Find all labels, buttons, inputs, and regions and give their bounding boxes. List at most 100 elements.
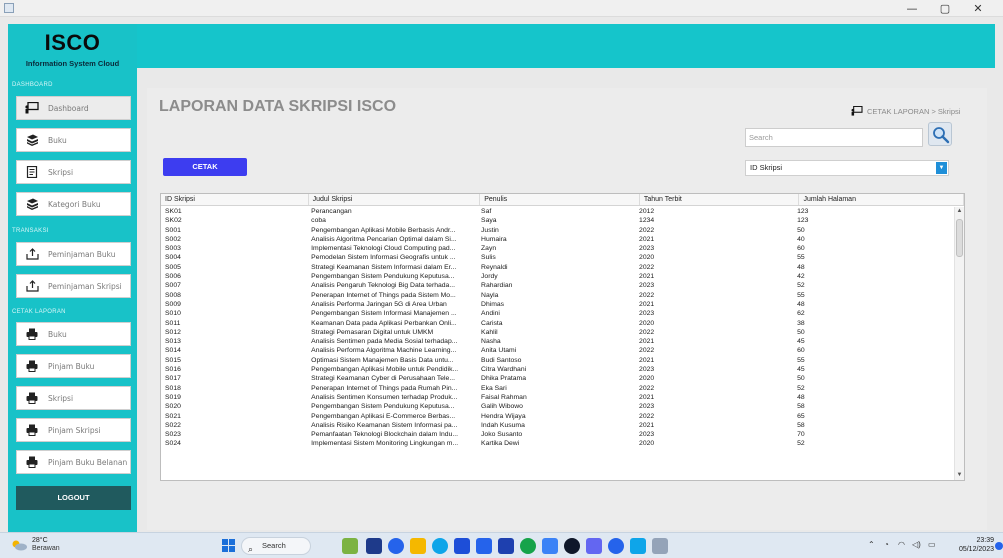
close-button[interactable]: ✕: [964, 1, 992, 16]
search-icon: [933, 127, 950, 144]
sidebar-item-cetak-pinjam-buku-belanan[interactable]: Pinjam Buku Belanan: [16, 450, 131, 474]
chrome-icon[interactable]: [520, 538, 536, 554]
volume-icon[interactable]: ◁): [912, 540, 921, 549]
folder-icon[interactable]: [410, 538, 426, 554]
table-row[interactable]: S007 Analisis Pengaruh Teknologi Big Data…: [161, 281, 956, 290]
table-row[interactable]: S004 Pemodelan Sistem Informasi Geografis…: [161, 253, 956, 262]
search-input[interactable]: [745, 128, 923, 147]
table-row[interactable]: S009 Analisis Performa Jaringan 5G di Are…: [161, 300, 956, 309]
table-cell: 2020: [639, 319, 655, 327]
table-row[interactable]: S016 Pengembangan Aplikasi Mobile untuk P…: [161, 365, 956, 374]
taskbar-app-icon[interactable]: [342, 538, 358, 554]
table-row[interactable]: S019 Analisis Sentimen Konsumen terhadap …: [161, 393, 956, 402]
taskbar-app-icon[interactable]: [476, 538, 492, 554]
table-cell: Analisis Algoritma Pencarian Optimal dal…: [311, 235, 457, 243]
sidebar-item-skripsi[interactable]: Skripsi: [16, 160, 131, 184]
table-row[interactable]: S018 Penerapan Internet of Things pada Ru…: [161, 384, 956, 393]
edge-icon[interactable]: [432, 538, 448, 554]
table-row[interactable]: S008 Penerapan Internet of Things pada Si…: [161, 291, 956, 300]
cetak-button[interactable]: CETAK: [163, 158, 247, 176]
skripsi-table: ID Skripsi Judul Skripsi Penulis Tahun T…: [160, 193, 965, 481]
network-icon[interactable]: ◔: [884, 540, 889, 549]
sidebar-item-buku[interactable]: Buku: [16, 128, 131, 152]
column-header[interactable]: Jumlah Halaman: [799, 194, 964, 205]
table-row[interactable]: S015 Optimasi Sistem Manajemen Basis Data…: [161, 356, 956, 365]
sidebar-item-peminjaman-buku[interactable]: Peminjaman Buku: [16, 242, 131, 266]
table-cell: S013: [165, 338, 181, 346]
taskbar-app-icon[interactable]: [366, 538, 382, 554]
filter-dropdown[interactable]: ID Skripsi ▼: [745, 160, 949, 176]
sidebar-item-label: Pinjam Buku: [48, 361, 95, 371]
sidebar-item-label: Skripsi: [48, 167, 74, 177]
table-row[interactable]: S001 Pengembangan Aplikasi Mobile Berbasi…: [161, 226, 956, 235]
java-app-icon[interactable]: [652, 538, 668, 554]
sidebar-item-kategori-buku[interactable]: Kategori Buku: [16, 192, 131, 216]
taskbar-app-icon[interactable]: [630, 538, 646, 554]
scroll-down-icon[interactable]: ▼: [955, 471, 964, 480]
taskbar-app-icon[interactable]: [608, 538, 624, 554]
sidebar-item-cetak-buku[interactable]: Buku: [16, 322, 131, 346]
table-row[interactable]: S013 Analisis Sentimen pada Media Sosial …: [161, 337, 956, 346]
search-button[interactable]: [928, 122, 952, 146]
table-row[interactable]: S010 Pengembangan Sistem Informasi Manaje…: [161, 309, 956, 318]
battery-icon[interactable]: ▭: [928, 540, 936, 549]
table-row[interactable]: S012 Strategi Pemasaran Digital untuk UMK…: [161, 328, 956, 337]
taskbar-app-icon[interactable]: [586, 538, 602, 554]
wifi-icon[interactable]: ◠: [898, 540, 905, 549]
notification-icon[interactable]: [995, 542, 1003, 550]
vertical-scrollbar[interactable]: ▲ ▼: [954, 207, 964, 480]
system-clock[interactable]: 23:39 05/12/2023: [948, 536, 994, 554]
table-row[interactable]: S024 Implementasi Sistem Monitoring Lingk…: [161, 439, 956, 448]
table-cell: Justin: [481, 226, 499, 234]
table-cell: S009: [165, 300, 181, 308]
table-cell: 70: [797, 431, 805, 439]
table-row[interactable]: S023 Pemanfaatan Teknologi Blockchain dal…: [161, 430, 956, 439]
column-header[interactable]: Judul Skripsi: [309, 194, 481, 205]
column-header[interactable]: ID Skripsi: [161, 194, 309, 205]
taskbar-search[interactable]: ⌕ Search: [241, 537, 311, 555]
table-row[interactable]: SK01 Perancangan Saf 2012 123: [161, 207, 956, 216]
start-button[interactable]: [222, 539, 236, 553]
table-row[interactable]: S022 Analisis Risiko Keamanan Sistem Info…: [161, 421, 956, 430]
table-cell: 52: [797, 384, 805, 392]
table-cell: Implementasi Teknologi Cloud Computing p…: [311, 245, 456, 253]
maximize-button[interactable]: ▢: [931, 1, 959, 16]
table-cell: Pengembangan Sistem Pendukung Keputusa..…: [311, 273, 455, 281]
scrollbar-thumb[interactable]: [956, 219, 963, 257]
sidebar-item-cetak-pinjam-skripsi[interactable]: Pinjam Skripsi: [16, 418, 131, 442]
table-row[interactable]: S002 Analisis Algoritma Pencarian Optimal…: [161, 235, 956, 244]
table-row[interactable]: S006 Pengembangan Sistem Pendukung Keputu…: [161, 272, 956, 281]
table-row[interactable]: SK02 coba Saya 1234 123: [161, 216, 956, 225]
table-row[interactable]: S017 Strategi Keamanan Cyber di Perusahaa…: [161, 374, 956, 383]
taskbar-app-icon[interactable]: [564, 538, 580, 554]
taskbar-app-icon[interactable]: [454, 538, 470, 554]
scroll-up-icon[interactable]: ▲: [955, 207, 964, 216]
table-cell: 55: [797, 291, 805, 299]
logout-button[interactable]: LOGOUT: [16, 486, 131, 510]
chevron-up-icon[interactable]: ⌃: [868, 540, 875, 549]
table-cell: Reynaldi: [481, 263, 508, 271]
vscode-icon[interactable]: [542, 538, 558, 554]
column-header[interactable]: Penulis: [480, 194, 640, 205]
books-icon: [25, 134, 39, 146]
table-cell: Nasha: [481, 338, 501, 346]
taskbar-app-icon[interactable]: [388, 538, 404, 554]
store-icon[interactable]: [498, 538, 514, 554]
table-cell: Galih Wibowo: [481, 403, 523, 411]
table-row[interactable]: S005 Strategi Keamanan Sistem Informasi d…: [161, 263, 956, 272]
sidebar-item-cetak-skripsi[interactable]: Skripsi: [16, 386, 131, 410]
table-row[interactable]: S003 Implementasi Teknologi Cloud Computi…: [161, 244, 956, 253]
column-header[interactable]: Tahun Terbit: [640, 194, 800, 205]
minimize-button[interactable]: —: [898, 1, 926, 16]
table-cell: Kartika Dewi: [481, 440, 520, 448]
weather-widget[interactable]: 28°C Berawan: [10, 537, 60, 553]
table-row[interactable]: S011 Keamanan Data pada Aplikasi Perbanka…: [161, 319, 956, 328]
table-row[interactable]: S020 Pengembangan Sistem Pendukung Keputu…: [161, 402, 956, 411]
table-row[interactable]: S021 Pengembangan Aplikasi E-Commerce Ber…: [161, 412, 956, 421]
table-cell: 2023: [639, 282, 655, 290]
table-row[interactable]: S014 Analisis Performa Algoritma Machine …: [161, 346, 956, 355]
sidebar-item-label: Pinjam Buku Belanan: [48, 457, 128, 467]
sidebar-item-cetak-pinjam-buku[interactable]: Pinjam Buku: [16, 354, 131, 378]
sidebar-item-peminjaman-skripsi[interactable]: Peminjaman Skripsi: [16, 274, 131, 298]
sidebar-item-dashboard[interactable]: Dashboard: [16, 96, 131, 120]
